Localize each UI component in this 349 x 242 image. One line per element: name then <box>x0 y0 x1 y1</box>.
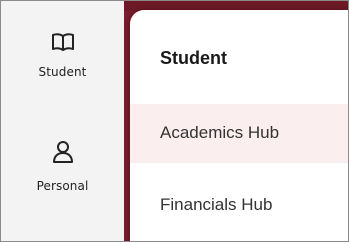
app-frame: Student Personal Student Academics Hub F… <box>0 0 349 242</box>
rail-item-personal[interactable]: Personal <box>1 139 124 193</box>
student-flyout-menu: Student Academics Hub Financials Hub <box>130 10 348 241</box>
rail-item-label: Personal <box>36 179 89 193</box>
menu-item-academics-hub[interactable]: Academics Hub <box>130 104 348 162</box>
rail-item-student[interactable]: Student <box>1 29 124 79</box>
book-icon <box>50 29 76 55</box>
menu-item-label: Financials Hub <box>160 195 273 214</box>
menu-item-label: Academics Hub <box>160 123 280 142</box>
rail-item-label: Student <box>38 65 87 79</box>
person-icon <box>50 139 76 165</box>
side-nav-rail: Student Personal <box>1 1 124 241</box>
menu-item-financials-hub[interactable]: Financials Hub <box>130 176 348 234</box>
divider <box>130 162 348 163</box>
flyout-title: Student <box>160 48 227 68</box>
